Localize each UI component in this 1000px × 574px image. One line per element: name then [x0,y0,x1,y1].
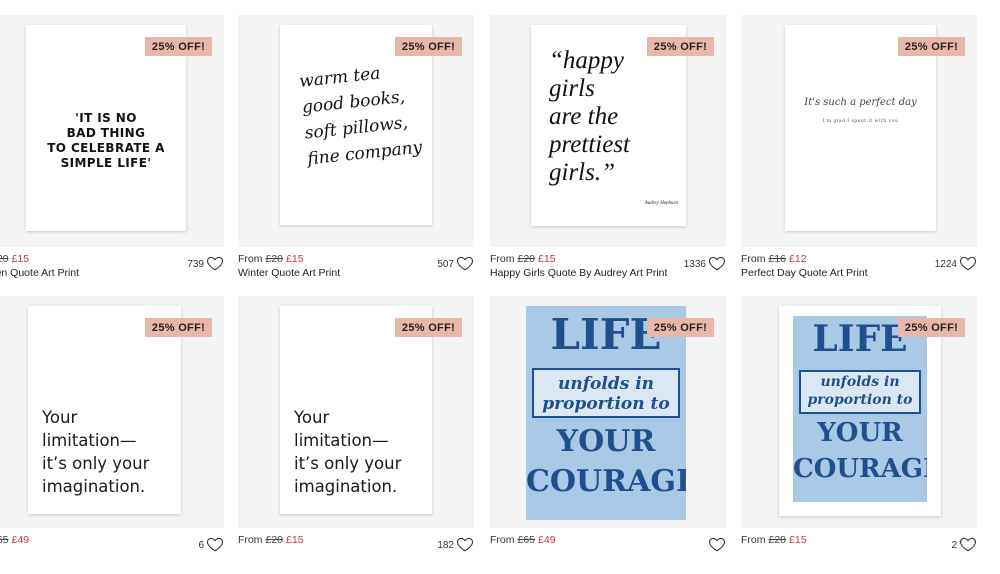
poster-line-4: YOUR [556,424,656,459]
sale-price: £15 [538,253,556,265]
old-price: £20 [265,253,284,265]
price: From £65 £49 [490,534,556,546]
price: From £20 £15 [741,534,807,546]
wishlist-count: 6 [198,540,204,551]
price: From £20 £15 [238,253,304,265]
product-title[interactable]: kien Quote Art Print [0,267,79,279]
poster-line-2: unfolds in [557,374,655,394]
product-title[interactable]: Winter Quote Art Print [238,267,340,279]
old-price: £65 [0,534,9,546]
art-print-image: Your limitation— it’s only your imaginat… [28,306,181,514]
poster-line-5: COURAGE [793,454,927,484]
price: From £16 £12 [741,253,807,265]
wishlist-count: 1224 [934,259,957,270]
wishlist-count: 182 [437,540,454,551]
price: From £20 £15 [238,534,304,546]
print-quote-text: It's such a perfect day [804,97,917,108]
art-print-image: LIFE unfolds in proportion to YOUR COURA… [793,316,927,502]
poster-line-2: unfolds in [820,374,900,390]
art-print-frame: LIFE unfolds in proportion to YOUR COURA… [779,306,941,516]
sale-price: £15 [11,253,30,265]
price-from: From [490,534,515,546]
product-image-area[interactable]: 'IT IS NO BAD THING TO CELEBRATE A SIMPL… [0,15,224,247]
poster-line-5: COURAGE [526,464,686,499]
discount-badge: 25% OFF! [647,37,714,56]
sale-price: £12 [789,253,807,265]
print-quote-text: 'IT IS NO BAD THING TO CELEBRATE A SIMPL… [47,111,165,170]
discount-badge: 25% OFF! [145,37,212,56]
poster-line-3: proportion to [807,392,913,408]
product-image-area[interactable]: “happy girls are the prettiest girls.” A… [490,15,726,247]
heart-icon[interactable] [959,254,977,272]
product-image-area[interactable]: LIFE unfolds in proportion to YOUR COURA… [741,296,977,528]
heart-icon[interactable] [456,254,474,272]
sale-price: £15 [286,253,304,265]
discount-badge: 25% OFF! [145,318,212,337]
price-from: From [741,534,766,546]
old-price: £65 [517,534,536,546]
print-quote-text: Your limitation— it’s only your imaginat… [42,408,150,496]
discount-badge: 25% OFF! [898,37,965,56]
product-image-area[interactable]: LIFE unfolds in proportion to YOUR COURA… [490,296,726,528]
price-from: From [490,253,515,265]
heart-icon[interactable] [206,535,224,553]
print-subquote-text: I'm glad I spent it with you [822,119,899,124]
old-price: £20 [265,534,284,546]
product-title[interactable]: Happy Girls Quote By Audrey Art Print [490,267,667,279]
old-price: £20 [768,534,787,546]
discount-badge: 25% OFF! [395,318,462,337]
discount-badge: 25% OFF! [898,318,965,337]
price-from: From [238,534,263,546]
print-quote-text: “happy girls are the prettiest girls.” [549,47,631,186]
old-price: £16 [768,253,787,265]
discount-badge: 25% OFF! [395,37,462,56]
poster-line-4: YOUR [817,418,903,448]
price-from: From [238,253,263,265]
sale-price: £15 [789,534,807,546]
price: £20£15 [0,253,29,265]
sale-price: £49 [11,534,30,546]
product-image-area[interactable]: Your limitation— it’s only your imaginat… [238,296,474,528]
sale-price: £49 [538,534,556,546]
heart-icon[interactable] [708,254,726,272]
print-quote-text: warm tea good books, soft pillows, fine … [298,63,424,170]
product-image-area[interactable]: Your limitation— it’s only your imaginat… [0,296,224,528]
wishlist-count: 739 [187,259,204,270]
heart-icon[interactable] [206,254,224,272]
wishlist-count: 2 [951,540,957,551]
heart-icon[interactable] [456,535,474,553]
wishlist-count: 507 [437,259,454,270]
discount-badge: 25% OFF! [647,318,714,337]
old-price: £20 [0,253,9,265]
heart-icon[interactable] [959,535,977,553]
heart-icon[interactable] [708,535,726,553]
price: From £20 £15 [490,253,556,265]
product-title[interactable]: Perfect Day Quote Art Print [741,267,868,279]
poster-line-3: proportion to [542,394,670,414]
product-image-area[interactable]: It's such a perfect day I'm glad I spent… [741,15,977,247]
sale-price: £15 [286,534,304,546]
print-quote-text: Your limitation— it’s only your imaginat… [294,408,402,496]
wishlist-count: 1336 [683,259,706,270]
art-print-image: Your limitation— it’s only your imaginat… [280,306,432,514]
price: £65£49 [0,534,29,546]
old-price: £20 [517,253,536,265]
price-from: From [741,253,766,265]
art-print-image: LIFE unfolds in proportion to YOUR COURA… [526,306,686,520]
print-signature: Audrey Hepburn [644,201,678,206]
product-image-area[interactable]: warm tea good books, soft pillows, fine … [238,15,474,247]
